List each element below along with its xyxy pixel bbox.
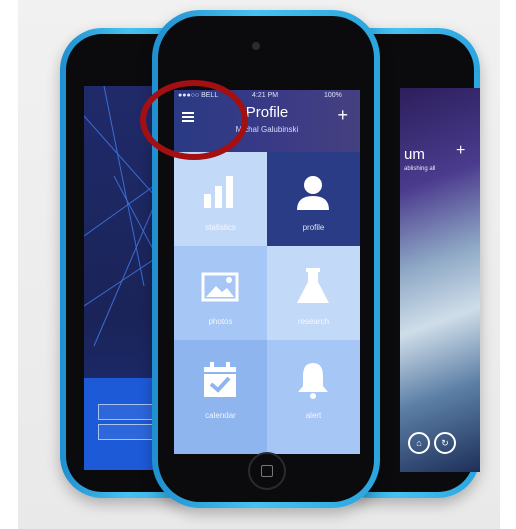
user-icon [297,176,329,210]
tile-statistics[interactable]: statistics [174,152,267,246]
tile-photos[interactable]: photos [174,246,267,340]
right-phone-subtitle: ablishing all [404,166,436,172]
tile-label: research [297,317,330,326]
calendar-check-icon [204,362,236,397]
refresh-circle-icon[interactable]: ↻ [434,432,456,454]
home-button[interactable] [248,452,286,490]
bar-chart-icon [204,176,233,208]
tile-label: statistics [205,223,236,232]
right-phone-title: um [404,146,425,163]
right-phone-screen: um + ablishing all ⌂ ↻ [400,88,480,472]
right-phone-plus-icon[interactable]: + [456,142,465,160]
tile-research[interactable]: research [267,246,360,340]
tile-label: profile [302,223,325,232]
tile-label: photos [208,317,233,326]
battery-text: 100% [324,92,342,99]
tile-label: calendar [205,411,236,420]
clock-text: 4:21 PM [252,92,279,99]
tile-profile[interactable]: profile [267,152,360,246]
front-camera [252,42,260,50]
highlight-circle [140,80,248,160]
tile-calendar[interactable]: calendar [174,340,267,454]
tile-grid: statistics profile photos research calen… [174,152,360,454]
flask-icon [297,268,329,303]
bell-icon [298,363,328,399]
tile-alert[interactable]: alert [267,340,360,454]
image-icon [201,272,239,302]
plus-icon[interactable]: + [337,106,348,124]
tile-label: alert [305,411,322,420]
home-circle-icon[interactable]: ⌂ [408,432,430,454]
